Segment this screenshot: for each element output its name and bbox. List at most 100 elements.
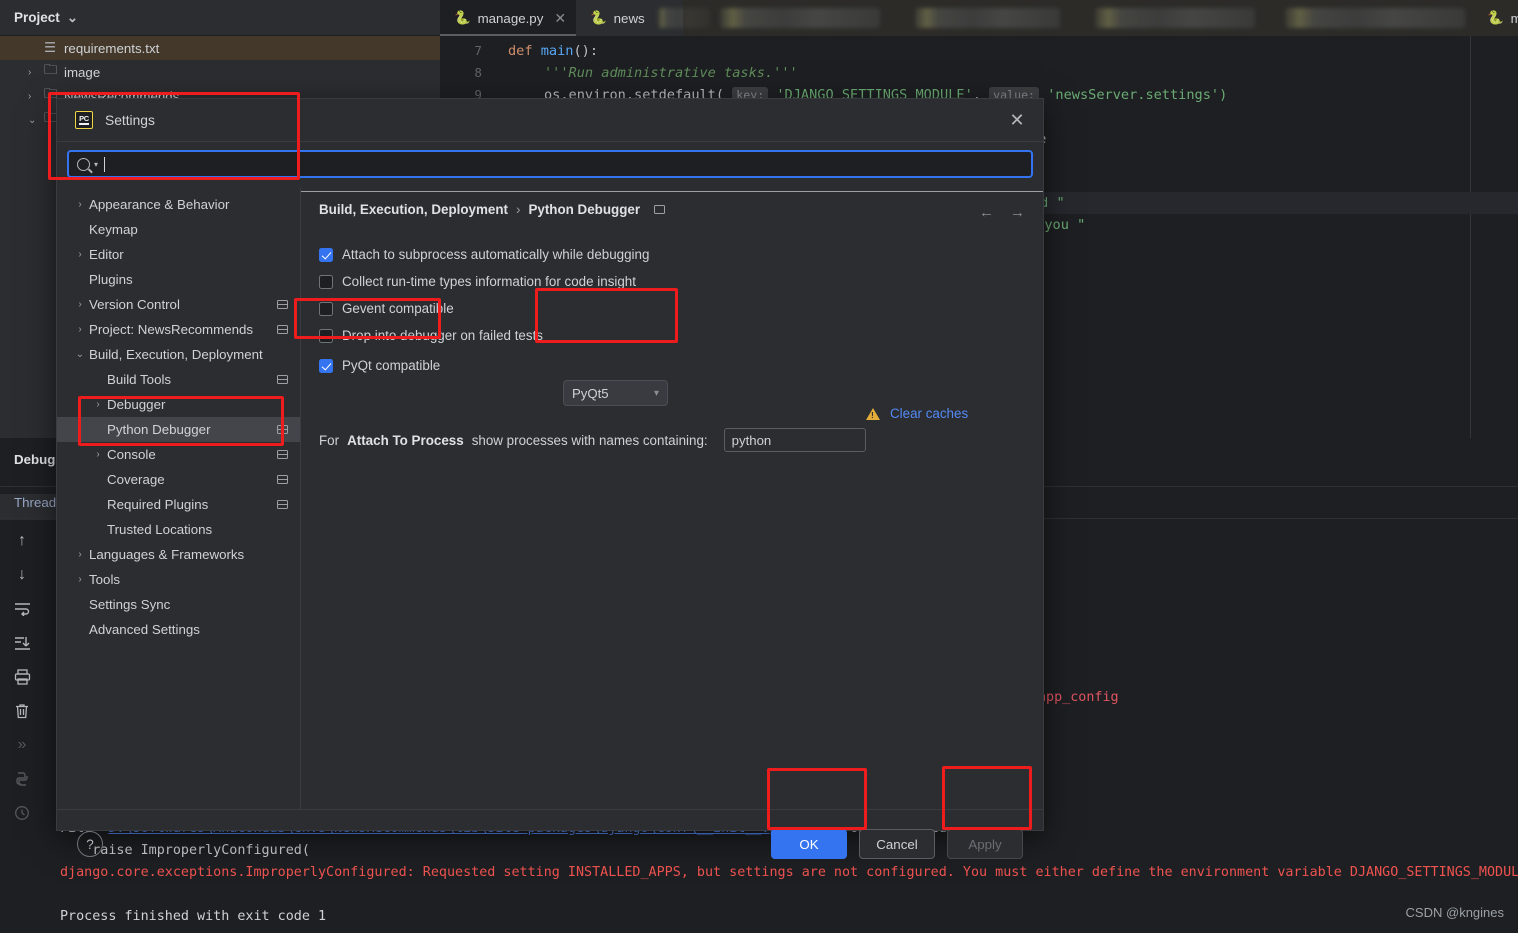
keyword-def: def <box>508 43 533 59</box>
settings-item-advanced-settings[interactable]: Advanced Settings <box>57 617 300 642</box>
checkbox-box[interactable] <box>319 274 333 289</box>
tab-mo[interactable]: 🐍 mo <box>1473 0 1518 36</box>
code-line-8: '''Run administrative tasks.''' <box>544 62 798 84</box>
tab-blurred-4[interactable] <box>1265 0 1481 36</box>
settings-item-languages-frameworks[interactable]: › Languages & Frameworks <box>57 542 300 567</box>
settings-tree[interactable]: › Appearance & Behavior Keymap › Editor … <box>57 188 301 809</box>
tree-expand-arrow[interactable]: › <box>71 199 89 210</box>
checkbox-gevent-compatible[interactable]: Gevent compatible <box>319 295 1025 322</box>
arrow-left-icon[interactable]: ← <box>979 204 994 221</box>
settings-item-project[interactable]: › Project: NewsRecommends <box>57 317 300 342</box>
pyqt-version-select[interactable]: PyQt5 ▾ <box>563 380 668 406</box>
tab-blurred-1[interactable] <box>700 0 896 36</box>
settings-dialog[interactable]: PC Settings ✕ ▾ › Appearance & Behavior <box>56 98 1044 859</box>
tab-manage-py[interactable]: 🐍 manage.py ✕ <box>440 0 577 36</box>
chevron-down-icon[interactable]: ▾ <box>654 388 659 399</box>
settings-item-appearance-behavior[interactable]: › Appearance & Behavior <box>57 192 300 217</box>
scroll-to-end-icon[interactable] <box>11 632 33 654</box>
threads-tab-label[interactable]: Thread <box>14 495 56 510</box>
tree-expand-arrow[interactable]: › <box>28 67 44 78</box>
settings-item-console[interactable]: › Console <box>57 442 300 467</box>
code-punct: (): <box>573 43 599 59</box>
clear-caches-link[interactable]: Clear caches <box>890 406 968 421</box>
copy-settings-icon[interactable] <box>277 300 288 309</box>
tree-expand-arrow[interactable]: › <box>71 324 89 335</box>
trash-icon[interactable] <box>11 700 33 722</box>
breadcrumb-parent[interactable]: Build, Execution, Deployment <box>319 202 508 217</box>
copy-settings-icon[interactable] <box>277 450 288 459</box>
settings-item-keymap[interactable]: Keymap <box>57 217 300 242</box>
checkbox-box[interactable] <box>319 358 333 373</box>
settings-item-debugger[interactable]: › Debugger <box>57 392 300 417</box>
settings-item-coverage[interactable]: Coverage <box>57 467 300 492</box>
checkbox-box[interactable] <box>319 247 333 262</box>
checkbox-attach-subprocess[interactable]: Attach to subprocess automatically while… <box>319 241 1025 268</box>
soft-wrap-icon[interactable] <box>11 598 33 620</box>
python-console-icon[interactable] <box>11 768 33 790</box>
apply-button: Apply <box>947 829 1023 859</box>
debug-toolbar[interactable]: ↑ ↓ » <box>0 520 44 933</box>
debug-tab-label[interactable]: Debug <box>14 452 55 467</box>
tree-expand-arrow[interactable]: › <box>71 549 89 560</box>
print-icon[interactable] <box>11 666 33 688</box>
help-button[interactable]: ? <box>77 831 103 857</box>
tab-blurred-2[interactable] <box>895 0 1076 36</box>
arrow-up-icon[interactable]: ↑ <box>11 530 33 552</box>
settings-item-settings-sync[interactable]: Settings Sync <box>57 592 300 617</box>
tree-collapse-arrow[interactable]: ⌄ <box>71 349 89 360</box>
settings-item-editor[interactable]: › Editor <box>57 242 300 267</box>
tree-item-requirements[interactable]: ☰ requirements.txt <box>0 36 440 60</box>
settings-item-python-debugger[interactable]: Python Debugger <box>57 417 300 442</box>
settings-item-required-plugins[interactable]: Required Plugins <box>57 492 300 517</box>
chevron-down-icon[interactable]: ▾ <box>94 160 98 169</box>
copy-settings-icon[interactable] <box>277 425 288 434</box>
settings-item-build-tools[interactable]: Build Tools <box>57 367 300 392</box>
detail-nav-arrows[interactable]: ← → <box>979 204 1025 221</box>
tree-expand-arrow[interactable]: › <box>89 399 107 410</box>
process-name-filter-value: python <box>731 432 772 448</box>
tree-expand-arrow[interactable]: › <box>71 249 89 260</box>
clear-caches-action[interactable]: Clear caches <box>866 406 968 421</box>
tree-expand-arrow[interactable]: › <box>28 91 44 102</box>
settings-item-trusted-locations[interactable]: Trusted Locations <box>57 517 300 542</box>
settings-item-label: Appearance & Behavior <box>89 197 230 212</box>
checkbox-pyqt-compatible[interactable]: PyQt compatible <box>319 352 1025 379</box>
tree-item-image[interactable]: › 🗀 image <box>0 60 440 84</box>
settings-item-build-execution-deployment[interactable]: ⌄ Build, Execution, Deployment <box>57 342 300 367</box>
pycharm-logo-icon: PC <box>75 111 93 129</box>
text-cursor <box>104 156 106 172</box>
tree-expand-arrow[interactable]: › <box>89 449 107 460</box>
settings-item-plugins[interactable]: Plugins <box>57 267 300 292</box>
search-input[interactable]: ▾ <box>67 150 1033 178</box>
chevron-down-icon[interactable]: ⌄ <box>67 10 78 26</box>
settings-item-version-control[interactable]: › Version Control <box>57 292 300 317</box>
tree-expand-arrow[interactable]: › <box>71 299 89 310</box>
arrow-right-icon[interactable]: → <box>1010 204 1025 221</box>
close-icon[interactable]: ✕ <box>554 10 566 27</box>
project-panel-header[interactable]: Project ⌄ <box>0 0 440 36</box>
tree-expand-arrow[interactable]: › <box>71 574 89 585</box>
checkbox-box[interactable] <box>319 328 333 343</box>
process-name-filter-input[interactable]: python <box>723 428 866 452</box>
copy-settings-icon[interactable] <box>277 325 288 334</box>
ok-button[interactable]: OK <box>771 829 847 859</box>
cancel-button[interactable]: Cancel <box>859 829 935 859</box>
copy-settings-icon[interactable] <box>277 375 288 384</box>
close-icon[interactable]: ✕ <box>1007 110 1027 130</box>
tab-blurred-3[interactable] <box>1075 0 1271 36</box>
history-clock-icon[interactable] <box>11 802 33 824</box>
breadcrumb-separator: › <box>515 202 521 217</box>
checkbox-box[interactable] <box>319 301 333 316</box>
checkbox-drop-into-debugger[interactable]: Drop into debugger on failed tests <box>319 322 1025 349</box>
copy-settings-icon[interactable] <box>277 475 288 484</box>
settings-item-tools[interactable]: › Tools <box>57 567 300 592</box>
copy-settings-icon[interactable] <box>654 205 666 214</box>
copy-settings-icon[interactable] <box>277 500 288 509</box>
tab-label-redacted <box>1095 8 1255 28</box>
arrow-down-icon[interactable]: ↓ <box>11 564 33 586</box>
tree-expand-arrow[interactable]: ⌄ <box>28 115 44 126</box>
dialog-body: › Appearance & Behavior Keymap › Editor … <box>57 188 1043 809</box>
checkbox-collect-runtime-types[interactable]: Collect run-time types information for c… <box>319 268 1025 295</box>
chevrons-right-icon[interactable]: » <box>11 734 33 756</box>
settings-item-label: Python Debugger <box>107 422 211 437</box>
